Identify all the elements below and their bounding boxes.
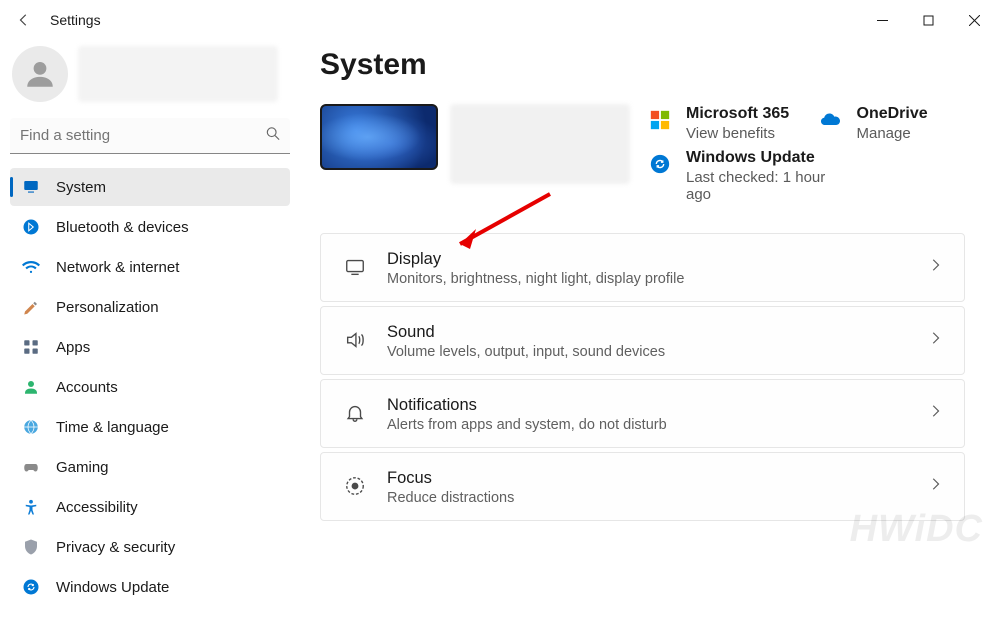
nav-label: Accessibility [56, 499, 138, 516]
person-icon [23, 57, 57, 91]
hero-row: Microsoft 365 View benefits OneDrive Man… [320, 104, 965, 203]
sidebar-item-time-language[interactable]: Time & language [10, 408, 290, 446]
nav-label: Apps [56, 339, 90, 356]
sidebar-item-system[interactable]: System [10, 168, 290, 206]
sidebar-item-accounts[interactable]: Accounts [10, 368, 290, 406]
setting-desc: Volume levels, output, input, sound devi… [387, 344, 908, 360]
user-name-redacted [78, 46, 278, 102]
setting-title: Notifications [387, 394, 908, 417]
page-title: System [320, 48, 965, 82]
setting-title: Display [387, 248, 908, 271]
sidebar-item-network[interactable]: Network & internet [10, 248, 290, 286]
nav-label: Network & internet [56, 259, 179, 276]
settings-list: Display Monitors, brightness, night ligh… [320, 233, 965, 521]
user-profile[interactable] [10, 40, 290, 118]
sidebar-item-apps[interactable]: Apps [10, 328, 290, 366]
tile-title: Microsoft 365 [686, 104, 789, 125]
monitor-icon [22, 178, 40, 196]
nav-label: Privacy & security [56, 539, 175, 556]
sidebar-item-update[interactable]: Windows Update [10, 568, 290, 606]
tile-title: OneDrive [857, 104, 928, 125]
titlebar: Settings [0, 0, 997, 40]
chevron-right-icon [928, 258, 942, 277]
apps-icon [22, 338, 40, 356]
setting-title: Focus [387, 467, 908, 490]
tile-sub: Last checked: 1 hour ago [686, 169, 846, 203]
search-input[interactable] [10, 118, 290, 154]
maximize-icon [923, 15, 934, 26]
tile-windows-update[interactable]: Windows Update Last checked: 1 hour ago [648, 148, 965, 203]
tile-title: Windows Update [686, 148, 846, 169]
update-icon [648, 152, 672, 176]
app-title: Settings [50, 12, 101, 28]
close-button[interactable] [951, 5, 997, 35]
nav-label: Bluetooth & devices [56, 219, 189, 236]
chevron-right-icon [928, 477, 942, 496]
nav-label: Windows Update [56, 579, 169, 596]
speaker-icon [343, 328, 367, 352]
setting-desc: Monitors, brightness, night light, displ… [387, 271, 908, 287]
desktop-thumbnail[interactable] [320, 104, 438, 170]
minimize-icon [877, 15, 888, 26]
setting-desc: Reduce distractions [387, 490, 908, 506]
arrow-left-icon [17, 13, 31, 27]
gamepad-icon [22, 458, 40, 476]
setting-desc: Alerts from apps and system, do not dist… [387, 417, 908, 433]
nav-label: Gaming [56, 459, 109, 476]
minimize-button[interactable] [859, 5, 905, 35]
sidebar-item-accessibility[interactable]: Accessibility [10, 488, 290, 526]
setting-notifications[interactable]: Notifications Alerts from apps and syste… [320, 379, 965, 448]
setting-display[interactable]: Display Monitors, brightness, night ligh… [320, 233, 965, 302]
shield-icon [22, 538, 40, 556]
maximize-button[interactable] [905, 5, 951, 35]
wifi-icon [22, 258, 40, 276]
sidebar-item-privacy[interactable]: Privacy & security [10, 528, 290, 566]
paintbrush-icon [22, 298, 40, 316]
focus-icon [343, 474, 367, 498]
display-icon [343, 255, 367, 279]
bell-icon [343, 401, 367, 425]
globe-clock-icon [22, 418, 40, 436]
tile-onedrive[interactable]: OneDrive Manage [819, 104, 966, 142]
tile-sub: Manage [857, 125, 928, 142]
onedrive-icon [819, 108, 843, 132]
nav-label: Time & language [56, 419, 169, 436]
window-controls [859, 5, 997, 35]
person-icon [22, 378, 40, 396]
chevron-right-icon [928, 404, 942, 423]
nav-label: Accounts [56, 379, 118, 396]
close-icon [969, 15, 980, 26]
nav-label: Personalization [56, 299, 159, 316]
search-icon [266, 127, 280, 146]
chevron-right-icon [928, 331, 942, 350]
bluetooth-icon [22, 218, 40, 236]
watermark: HWiDC [850, 508, 983, 551]
nav: System Bluetooth & devices Network & int… [10, 168, 290, 606]
setting-sound[interactable]: Sound Volume levels, output, input, soun… [320, 306, 965, 375]
sidebar: System Bluetooth & devices Network & int… [0, 40, 300, 633]
update-icon [22, 578, 40, 596]
nav-label: System [56, 179, 106, 196]
tile-sub: View benefits [686, 125, 789, 142]
setting-title: Sound [387, 321, 908, 344]
tile-microsoft-365[interactable]: Microsoft 365 View benefits [648, 104, 795, 142]
accessibility-icon [22, 498, 40, 516]
search-wrap [10, 118, 290, 154]
system-info-redacted [450, 104, 630, 184]
sidebar-item-gaming[interactable]: Gaming [10, 448, 290, 486]
sidebar-item-personalization[interactable]: Personalization [10, 288, 290, 326]
back-button[interactable] [12, 8, 36, 32]
microsoft-logo-icon [648, 108, 672, 132]
avatar [12, 46, 68, 102]
sidebar-item-bluetooth[interactable]: Bluetooth & devices [10, 208, 290, 246]
